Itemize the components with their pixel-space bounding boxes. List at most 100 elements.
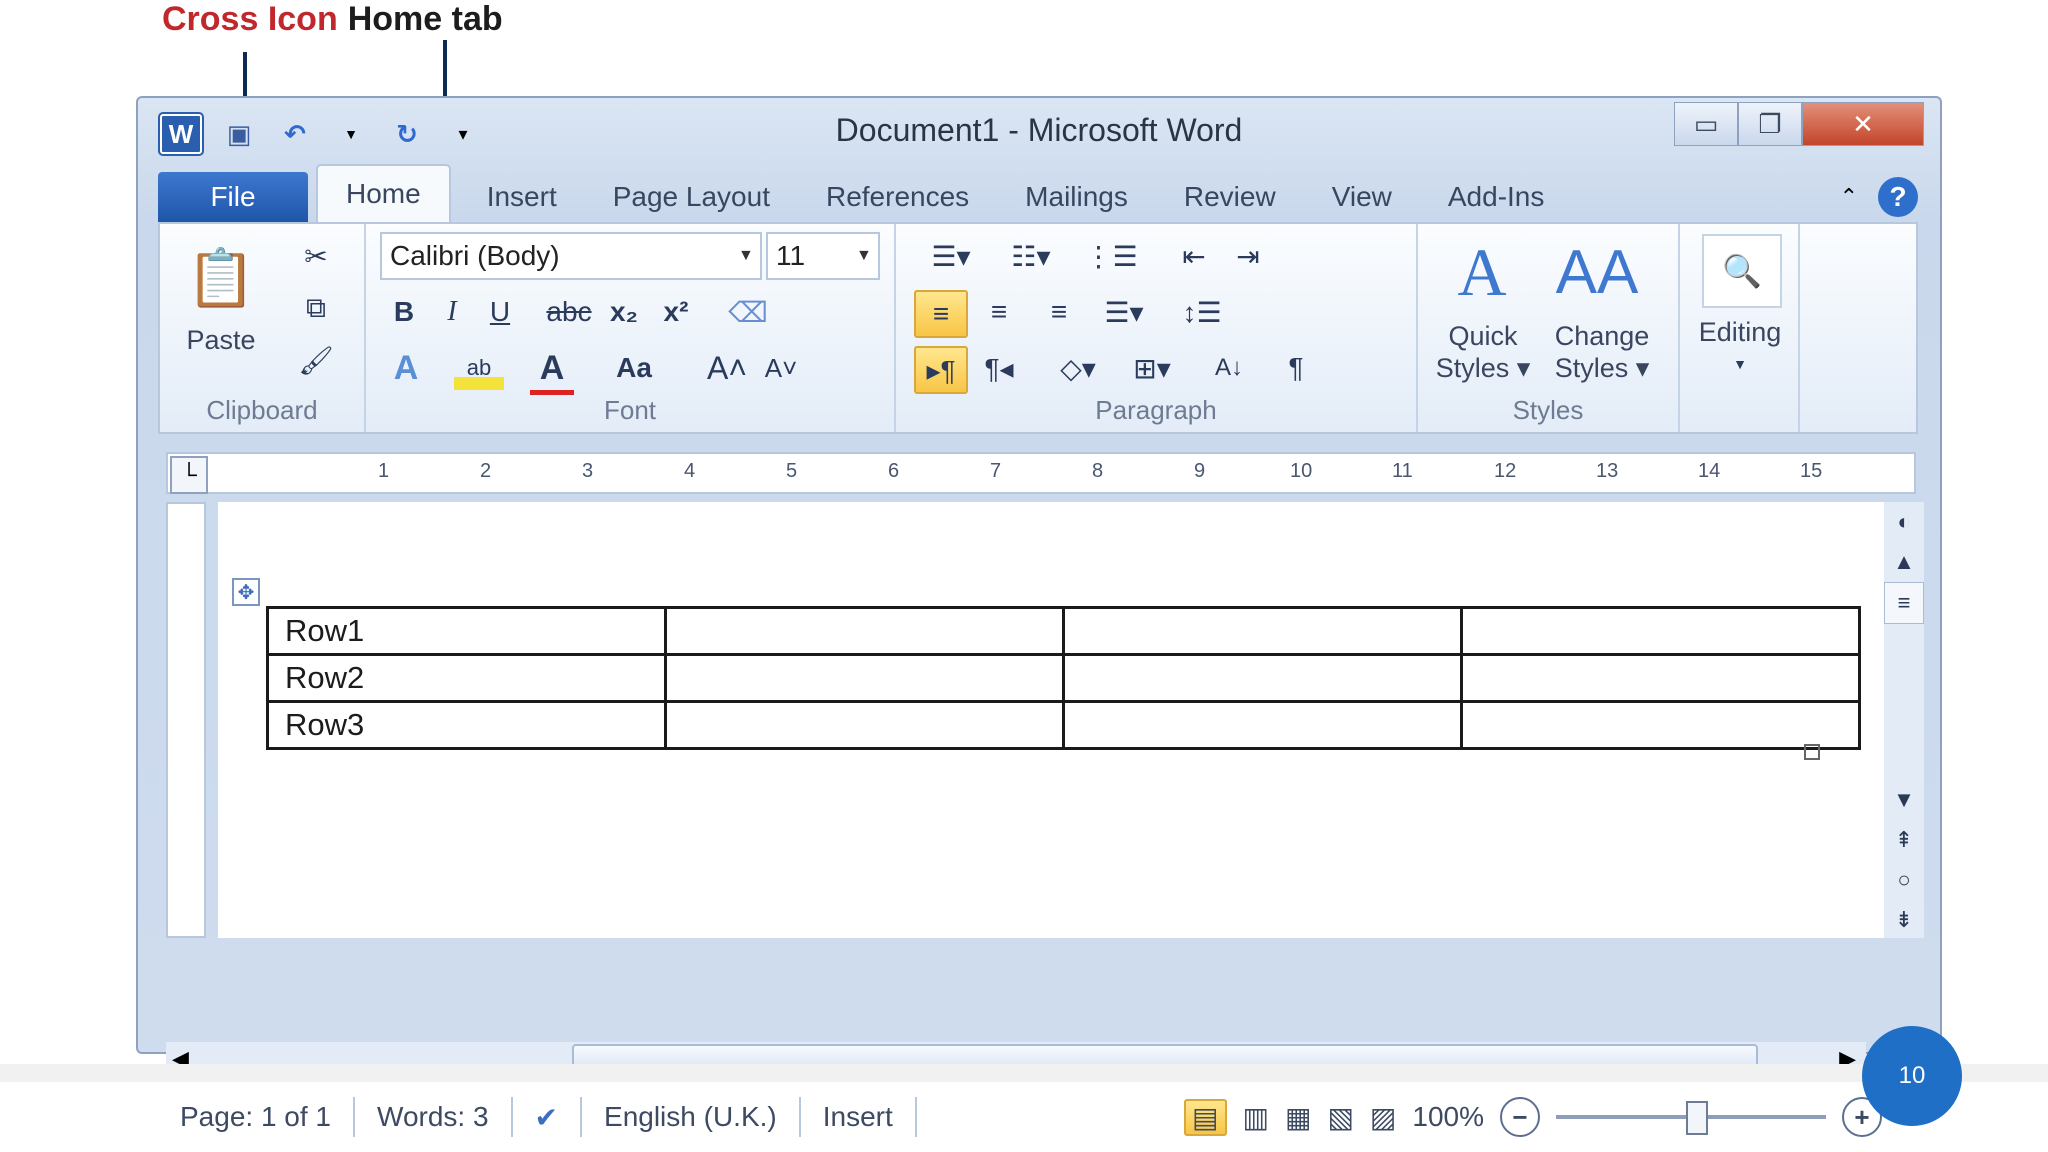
status-mode[interactable]: Insert xyxy=(801,1097,917,1137)
font-name-combo[interactable]: Calibri (Body) ▼ xyxy=(380,232,762,280)
table-cell[interactable] xyxy=(1062,606,1463,656)
italic-button[interactable]: I xyxy=(432,290,472,334)
status-words[interactable]: Words: 3 xyxy=(355,1097,513,1137)
tab-selector-icon[interactable]: └ xyxy=(170,456,208,494)
scroll-track[interactable] xyxy=(1884,624,1924,780)
vertical-ruler[interactable] xyxy=(166,502,206,938)
status-page[interactable]: Page: 1 of 1 xyxy=(158,1097,356,1137)
tab-home[interactable]: Home xyxy=(316,164,451,222)
select-browse-object-icon[interactable]: ○ xyxy=(1884,860,1924,900)
tab-mailings[interactable]: Mailings xyxy=(997,172,1156,222)
chevron-down-icon[interactable]: ▼ xyxy=(1728,352,1752,376)
align-left-icon[interactable]: ≡ xyxy=(914,290,968,338)
chevron-down-icon[interactable]: ▼ xyxy=(738,247,760,265)
align-center-icon[interactable]: ≡ xyxy=(974,290,1024,334)
zoom-level[interactable]: 100% xyxy=(1412,1101,1484,1133)
close-button[interactable]: ✕ xyxy=(1802,102,1924,146)
format-painter-icon[interactable]: 🖌 xyxy=(294,340,338,380)
underline-button[interactable]: U xyxy=(480,290,520,334)
decrease-indent-icon[interactable]: ⇤ xyxy=(1172,234,1216,278)
justify-icon[interactable]: ☰▾ xyxy=(1094,290,1154,334)
next-page-icon[interactable]: ⇟ xyxy=(1884,900,1924,940)
tab-page-layout[interactable]: Page Layout xyxy=(585,172,798,222)
quick-styles-label[interactable]: Quick Styles ▾ xyxy=(1428,320,1538,384)
print-layout-view-icon[interactable]: ▤ xyxy=(1184,1098,1227,1136)
zoom-slider-thumb[interactable] xyxy=(1686,1101,1708,1135)
ltr-direction-icon[interactable]: ▸¶ xyxy=(914,346,968,394)
web-layout-icon[interactable]: ▦ xyxy=(1285,1101,1311,1134)
line-spacing-icon[interactable]: ↕☰ xyxy=(1172,290,1232,334)
change-case-button[interactable]: Aa xyxy=(604,346,664,390)
tab-file[interactable]: File xyxy=(158,172,308,222)
outline-view-icon[interactable]: ▧ xyxy=(1327,1101,1353,1134)
text-effects-icon[interactable]: A xyxy=(384,346,428,390)
cut-icon[interactable]: ✂ xyxy=(294,236,338,276)
draft-view-icon[interactable]: ▨ xyxy=(1370,1101,1396,1134)
binoculars-icon[interactable]: 🔍 xyxy=(1702,234,1782,308)
minimize-ribbon-icon[interactable]: ⌃ xyxy=(1840,184,1858,210)
chevron-down-icon[interactable]: ▼ xyxy=(856,247,878,265)
tab-insert[interactable]: Insert xyxy=(459,172,585,222)
tab-add-ins[interactable]: Add-Ins xyxy=(1420,172,1573,222)
paste-icon[interactable]: 📋 xyxy=(186,238,256,318)
borders-icon[interactable]: ⊞▾ xyxy=(1120,346,1184,390)
zoom-out-icon[interactable]: − xyxy=(1500,1097,1540,1137)
sort-icon[interactable]: A↓ xyxy=(1204,346,1254,390)
word-table[interactable]: Row1 Row2 Row3 xyxy=(266,606,1861,750)
full-screen-reading-icon[interactable]: ▥ xyxy=(1243,1101,1269,1134)
table-cell[interactable] xyxy=(664,653,1065,703)
shrink-font-button[interactable]: A˅ xyxy=(756,346,806,390)
ruler-toggle-icon[interactable]: ◐ xyxy=(1884,502,1924,542)
tab-view[interactable]: View xyxy=(1304,172,1420,222)
change-styles-icon[interactable]: AA xyxy=(1552,232,1642,312)
help-icon[interactable]: ? xyxy=(1878,177,1918,217)
numbering-icon[interactable]: ☷▾ xyxy=(996,234,1066,278)
horizontal-ruler[interactable]: └ 1 2 3 4 5 6 7 8 9 10 11 12 13 14 15 xyxy=(166,452,1916,494)
table-cell[interactable]: Row3 xyxy=(266,700,667,750)
paste-button-label[interactable]: Paste xyxy=(176,324,266,356)
bullets-icon[interactable]: ☰▾ xyxy=(916,234,986,278)
multilevel-list-icon[interactable]: ⋮☰ xyxy=(1076,234,1146,278)
table-cell[interactable] xyxy=(1460,700,1861,750)
table-cell[interactable] xyxy=(664,700,1065,750)
clear-formatting-icon[interactable]: ⌫ xyxy=(726,290,770,334)
bold-button[interactable]: B xyxy=(384,290,424,334)
scroll-thumb[interactable]: ≡ xyxy=(1884,582,1924,624)
increase-indent-icon[interactable]: ⇥ xyxy=(1226,234,1270,278)
table-cell[interactable]: Row1 xyxy=(266,606,667,656)
grow-font-button[interactable]: A˄ xyxy=(702,346,752,390)
editing-label[interactable]: Editing xyxy=(1684,316,1796,348)
show-formatting-button[interactable]: ¶ xyxy=(1274,346,1318,390)
shading-icon[interactable]: ◇▾ xyxy=(1048,346,1108,390)
table-resize-handle-icon[interactable] xyxy=(1804,744,1820,760)
zoom-slider[interactable] xyxy=(1556,1101,1826,1135)
font-size-combo[interactable]: 11 ▼ xyxy=(766,232,880,280)
table-cell[interactable] xyxy=(1460,653,1861,703)
proofing-icon[interactable]: ✔ xyxy=(513,1097,583,1137)
table-move-handle-icon[interactable]: ✥ xyxy=(232,578,260,606)
table-cell[interactable]: Row2 xyxy=(266,653,667,703)
table-cell[interactable] xyxy=(664,606,1065,656)
tab-references[interactable]: References xyxy=(798,172,997,222)
strikethrough-button[interactable]: abc xyxy=(542,290,596,334)
table-cell[interactable] xyxy=(1062,653,1463,703)
table-cell[interactable] xyxy=(1062,700,1463,750)
maximize-button[interactable]: ❐ xyxy=(1738,102,1802,146)
previous-page-icon[interactable]: ⇞ xyxy=(1884,820,1924,860)
quick-styles-icon[interactable]: A xyxy=(1442,232,1522,312)
table-cell[interactable] xyxy=(1460,606,1861,656)
change-styles-label[interactable]: Change Styles ▾ xyxy=(1542,320,1662,384)
copy-icon[interactable]: ⧉ xyxy=(294,288,338,328)
vertical-scrollbar[interactable]: ◐ ▲ ≡ ▼ ⇞ ○ ⇟ xyxy=(1884,502,1924,938)
scroll-down-icon[interactable]: ▼ xyxy=(1884,780,1924,820)
status-language[interactable]: English (U.K.) xyxy=(582,1097,801,1137)
minimize-button[interactable]: ▭ xyxy=(1674,102,1738,146)
subscript-button[interactable]: x₂ xyxy=(602,290,646,334)
font-color-icon[interactable]: A xyxy=(530,346,574,395)
highlight-icon[interactable]: ab xyxy=(454,346,504,390)
tab-review[interactable]: Review xyxy=(1156,172,1304,222)
align-right-icon[interactable]: ≡ xyxy=(1034,290,1084,334)
scroll-up-icon[interactable]: ▲ xyxy=(1884,542,1924,582)
superscript-button[interactable]: x² xyxy=(654,290,698,334)
rtl-direction-icon[interactable]: ¶◂ xyxy=(974,346,1024,390)
